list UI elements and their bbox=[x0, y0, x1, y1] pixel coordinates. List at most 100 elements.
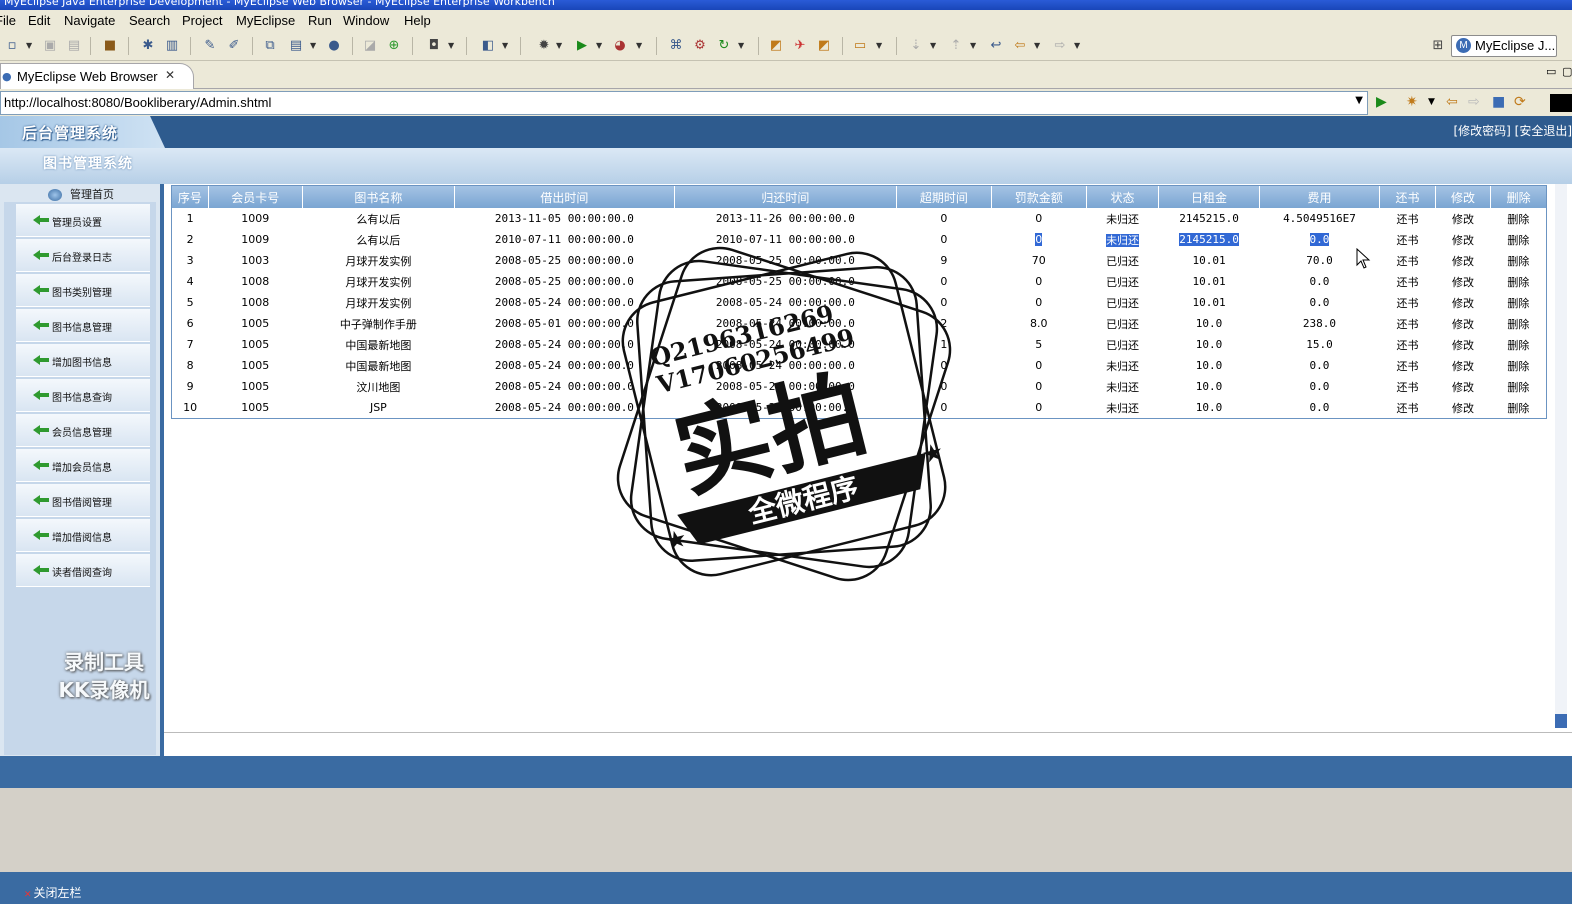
table-action-link[interactable]: 修改 bbox=[1435, 376, 1491, 397]
scroll-down-button[interactable] bbox=[1555, 714, 1567, 728]
run-icon[interactable]: ▶ bbox=[574, 38, 590, 54]
table-action-link[interactable]: 修改 bbox=[1435, 397, 1491, 418]
sidebar-item-book-category[interactable]: 图书类别管理 bbox=[16, 274, 150, 307]
sidebar-item-add-borrow[interactable]: 增加借阅信息 bbox=[16, 519, 150, 552]
table-action-link[interactable]: 还书 bbox=[1380, 397, 1436, 418]
chevron-down-icon[interactable]: ▼ bbox=[26, 38, 32, 54]
stop-icon[interactable]: ■ bbox=[1492, 93, 1505, 111]
table-action-link[interactable]: 还书 bbox=[1380, 229, 1436, 250]
console-icon[interactable] bbox=[1550, 94, 1572, 112]
chevron-down-icon[interactable]: ▼ bbox=[876, 38, 882, 54]
favorites-icon[interactable]: ✷ bbox=[1406, 93, 1418, 111]
sidebar-item-add-member[interactable]: 增加会员信息 bbox=[16, 449, 150, 482]
sidebar-item-reader-borrow-query[interactable]: 读者借阅查询 bbox=[16, 554, 150, 587]
sidebar-item-book-query[interactable]: 图书信息查询 bbox=[16, 379, 150, 412]
table-action-link[interactable]: 还书 bbox=[1380, 292, 1436, 313]
external-tools-icon[interactable]: ◕ bbox=[612, 38, 628, 54]
chevron-down-icon[interactable]: ▼ bbox=[1428, 93, 1435, 111]
table-action-link[interactable]: 修改 bbox=[1435, 271, 1491, 292]
chevron-down-icon[interactable]: ▼ bbox=[448, 38, 454, 54]
chevron-down-icon[interactable]: ▼ bbox=[930, 38, 936, 54]
folder-icon[interactable]: ◩ bbox=[768, 38, 784, 54]
maximize-icon[interactable]: ▢ bbox=[1562, 65, 1572, 78]
browser-forward-icon[interactable]: ⇨ bbox=[1468, 93, 1480, 111]
back-icon[interactable]: ⇦ bbox=[1012, 38, 1028, 54]
menu-run[interactable]: Run bbox=[308, 13, 332, 28]
next-annotation-icon[interactable]: ⇣ bbox=[908, 38, 924, 54]
close-sidebar-link[interactable]: ✕ 关闭左栏 bbox=[24, 884, 82, 901]
edit-icon[interactable]: ✎ bbox=[202, 38, 218, 54]
minimize-icon[interactable]: ▭ bbox=[1546, 65, 1556, 78]
refresh-icon[interactable]: ↻ bbox=[716, 38, 732, 54]
globe-icon[interactable]: ● bbox=[326, 38, 342, 54]
table-action-link[interactable]: 修改 bbox=[1435, 313, 1491, 334]
table-action-link[interactable]: 修改 bbox=[1435, 229, 1491, 250]
chevron-down-icon[interactable]: ▼ bbox=[970, 38, 976, 54]
table-action-link[interactable]: 修改 bbox=[1435, 208, 1491, 229]
sidebar-item-member-info[interactable]: 会员信息管理 bbox=[16, 414, 150, 447]
deploy-icon[interactable]: ⧉ bbox=[262, 38, 278, 54]
browser-back-icon[interactable]: ⇦ bbox=[1446, 93, 1458, 111]
table-action-link[interactable]: 修改 bbox=[1435, 250, 1491, 271]
save-icon[interactable]: ▣ bbox=[42, 38, 58, 54]
tab-web-browser[interactable]: ● MyEclipse Web Browser ✕ bbox=[0, 63, 194, 89]
open-perspective-icon[interactable]: ⊞ bbox=[1430, 38, 1446, 54]
table-action-link[interactable]: 还书 bbox=[1380, 271, 1436, 292]
print-icon[interactable]: ▤ bbox=[66, 38, 82, 54]
add-icon[interactable]: ⊕ bbox=[386, 38, 402, 54]
hierarchy-icon[interactable]: ⚙ bbox=[692, 38, 708, 54]
chevron-down-icon[interactable]: ▼ bbox=[556, 38, 562, 54]
build-icon[interactable]: ✱ bbox=[140, 38, 156, 54]
new-wizard-icon[interactable]: ◧ bbox=[480, 38, 496, 54]
table-action-link[interactable]: 修改 bbox=[1435, 334, 1491, 355]
chevron-down-icon[interactable]: ▼ bbox=[1355, 95, 1363, 106]
menu-myeclipse[interactable]: MyEclipse bbox=[236, 13, 295, 28]
folder-open-icon[interactable]: ◩ bbox=[816, 38, 832, 54]
chevron-down-icon[interactable]: ▼ bbox=[596, 38, 602, 54]
close-icon[interactable]: ✕ bbox=[165, 68, 175, 82]
server-icon[interactable]: ▥ bbox=[164, 38, 180, 54]
menu-help[interactable]: Help bbox=[404, 13, 431, 28]
vertical-scrollbar[interactable] bbox=[1555, 184, 1567, 728]
menu-window[interactable]: Window bbox=[343, 13, 389, 28]
table-action-link[interactable]: 还书 bbox=[1380, 376, 1436, 397]
table-action-link[interactable]: 还书 bbox=[1380, 355, 1436, 376]
perspective-button[interactable]: M MyEclipse J... bbox=[1451, 35, 1557, 57]
table-action-link[interactable]: 删除 bbox=[1491, 292, 1546, 313]
project-folder-icon[interactable]: ▭ bbox=[852, 38, 868, 54]
table-action-link[interactable]: 还书 bbox=[1380, 334, 1436, 355]
table-action-link[interactable]: 删除 bbox=[1491, 271, 1546, 292]
menu-project[interactable]: Project bbox=[182, 13, 222, 28]
table-action-link[interactable]: 修改 bbox=[1435, 292, 1491, 313]
chevron-down-icon[interactable]: ▼ bbox=[738, 38, 744, 54]
table-action-link[interactable]: 修改 bbox=[1435, 355, 1491, 376]
chevron-down-icon[interactable]: ▼ bbox=[636, 38, 642, 54]
table-action-link[interactable]: 删除 bbox=[1491, 355, 1546, 376]
table-action-link[interactable]: 还书 bbox=[1380, 250, 1436, 271]
reload-icon[interactable]: ⟳ bbox=[1514, 93, 1526, 111]
run-server-icon[interactable]: ▤ bbox=[288, 38, 304, 54]
new-icon[interactable]: ▫ bbox=[4, 38, 20, 54]
open-icon[interactable]: ◪ bbox=[362, 38, 378, 54]
header-links[interactable]: [修改密码] [安全退出] bbox=[1453, 122, 1572, 139]
open-type-icon[interactable]: ⌘ bbox=[668, 38, 684, 54]
table-action-link[interactable]: 删除 bbox=[1491, 208, 1546, 229]
table-action-link[interactable]: 删除 bbox=[1491, 313, 1546, 334]
chevron-down-icon[interactable]: ▼ bbox=[502, 38, 508, 54]
table-action-link[interactable]: 还书 bbox=[1380, 313, 1436, 334]
table-action-link[interactable]: 删除 bbox=[1491, 250, 1546, 271]
package-icon[interactable]: ■ bbox=[102, 38, 118, 54]
go-icon[interactable]: ▶ bbox=[1376, 93, 1387, 111]
sidebar-item-login-log[interactable]: 后台登录日志 bbox=[16, 239, 150, 272]
table-action-link[interactable]: 还书 bbox=[1380, 208, 1436, 229]
sidebar-home[interactable]: 管理首页 bbox=[48, 186, 114, 202]
table-action-link[interactable]: 删除 bbox=[1491, 376, 1546, 397]
last-edit-icon[interactable]: ↩ bbox=[988, 38, 1004, 54]
menu-edit[interactable]: Edit bbox=[28, 13, 50, 28]
url-input[interactable] bbox=[4, 93, 1334, 111]
debug-icon[interactable]: ✹ bbox=[536, 38, 552, 54]
sidebar-item-admin-settings[interactable]: 管理员设置 bbox=[16, 204, 150, 237]
menu-search[interactable]: Search bbox=[129, 13, 170, 28]
camera-icon[interactable]: ◘ bbox=[426, 38, 442, 54]
table-action-link[interactable]: 删除 bbox=[1491, 397, 1546, 418]
